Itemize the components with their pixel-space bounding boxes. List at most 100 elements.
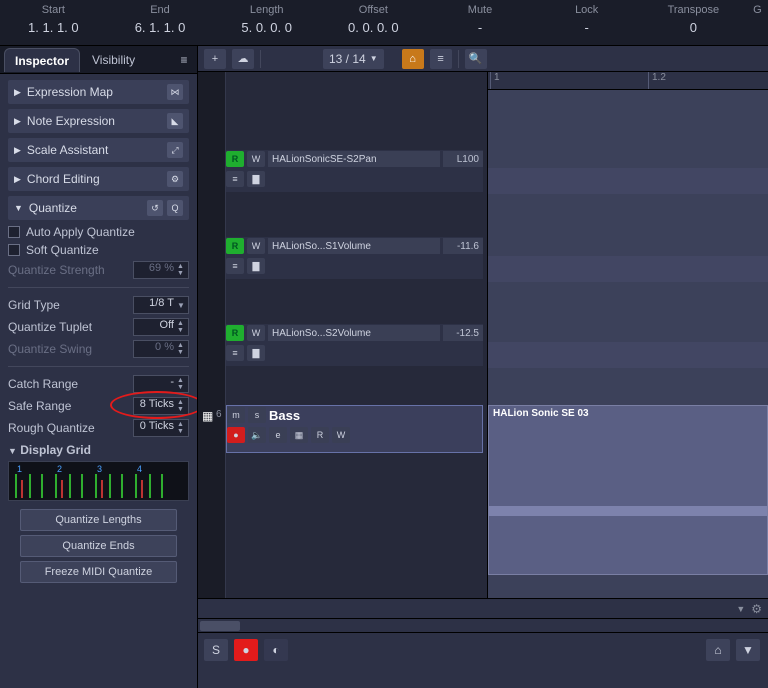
section-note-expression[interactable]: ▶Note Expression◣: [8, 109, 189, 133]
track-list: R W HALionSonicSE-S2Pan L100 ≡ ▇ R W HAL…: [198, 72, 488, 598]
grid-type-label: Grid Type: [8, 298, 60, 312]
list-icon[interactable]: ≡: [430, 49, 452, 69]
track-row-selected[interactable]: m s Bass ● 🔈 e ▦ R W: [226, 405, 483, 453]
track-row[interactable]: R W HALionSo...S1Volume -11.6 ≡ ▇: [226, 237, 483, 279]
track-presets-button[interactable]: ☁: [232, 49, 254, 69]
home-button[interactable]: ⌂: [706, 639, 730, 661]
info-start-label: Start: [0, 4, 107, 16]
quantize-lengths-button[interactable]: Quantize Lengths: [20, 509, 177, 531]
inspector-panel: Inspector Visibility ≡ ▶Expression Map⋈ …: [0, 46, 198, 688]
safe-range-label: Safe Range: [8, 399, 71, 413]
track-index: 6: [216, 409, 222, 420]
info-transpose-label: Transpose: [640, 4, 747, 16]
track-value[interactable]: -12.5: [443, 325, 483, 341]
solo-button[interactable]: s: [248, 407, 266, 423]
track-value[interactable]: L100: [443, 151, 483, 167]
dropdown-icon[interactable]: ▼: [736, 604, 745, 614]
section-quantize[interactable]: ▼Quantize↺Q: [8, 196, 189, 220]
write-automation-button[interactable]: W: [247, 151, 265, 167]
info-length-label: Length: [213, 4, 320, 16]
info-end-value[interactable]: 6. 1. 1. 0: [107, 20, 214, 35]
section-expression-map[interactable]: ▶Expression Map⋈: [8, 80, 189, 104]
arrange-zone: + ☁ 13 / 14▼ ⌂ ≡ 🔍 R W HALionSonicSE-S2P…: [198, 46, 768, 688]
section-scale-assistant[interactable]: ▶Scale Assistant⤢: [8, 138, 189, 162]
quantize-strength-label: Quantize Strength: [8, 263, 105, 277]
info-mute-value[interactable]: -: [427, 20, 534, 35]
scale-icon[interactable]: ⤢: [167, 142, 183, 158]
tab-visibility[interactable]: Visibility: [82, 48, 145, 71]
piano-icon: ▦: [202, 409, 213, 423]
track-icon[interactable]: ≡: [226, 258, 244, 274]
info-mute-label: Mute: [427, 4, 534, 16]
noteexp-icon[interactable]: ◣: [167, 113, 183, 129]
ruler-marker: 1.2: [648, 72, 666, 89]
bypass-icon[interactable]: ⋈: [167, 84, 183, 100]
track-name[interactable]: Bass: [269, 408, 300, 423]
track-icon[interactable]: ≡: [226, 345, 244, 361]
display-grid-label[interactable]: Display Grid: [20, 443, 91, 457]
info-end-label: End: [107, 4, 214, 16]
search-icon[interactable]: 🔍: [465, 49, 487, 69]
mute-button[interactable]: m: [227, 407, 245, 423]
read-automation-button[interactable]: R: [311, 427, 329, 443]
tab-inspector[interactable]: Inspector: [4, 48, 80, 72]
track-name[interactable]: HALionSo...S1Volume: [268, 238, 440, 254]
info-transpose-value[interactable]: 0: [640, 20, 747, 35]
gear-icon[interactable]: ⚙: [751, 602, 762, 616]
catch-range-label: Catch Range: [8, 377, 78, 391]
record-button[interactable]: ●: [234, 639, 258, 661]
folder-icon[interactable]: ▇: [247, 171, 265, 187]
tab-menu-icon[interactable]: ≡: [175, 51, 193, 69]
ruler-marker: 1: [490, 72, 500, 89]
soft-quantize-checkbox[interactable]: Soft Quantize: [8, 243, 189, 257]
folder-icon[interactable]: ▇: [247, 345, 265, 361]
read-automation-button[interactable]: R: [226, 325, 244, 341]
write-automation-button[interactable]: W: [332, 427, 350, 443]
monitor-button[interactable]: 🔈: [248, 427, 266, 443]
write-automation-button[interactable]: W: [247, 325, 265, 341]
rough-quantize-label: Rough Quantize: [8, 421, 95, 435]
add-track-button[interactable]: +: [204, 49, 226, 69]
midi-clip[interactable]: HALion Sonic SE 03: [488, 405, 768, 575]
bar-counter[interactable]: 13 / 14▼: [323, 49, 384, 69]
reset-icon[interactable]: ↺: [147, 200, 163, 216]
info-g-label: G: [747, 4, 768, 16]
arrange-canvas[interactable]: 1 1.2 HALion Sonic SE 03: [488, 72, 768, 598]
arrange-toolbar: + ☁ 13 / 14▼ ⌂ ≡ 🔍: [198, 46, 768, 72]
menu-button[interactable]: ▼: [736, 639, 760, 661]
info-strip: Start 1. 1. 1. 0 End 6. 1. 1. 0 Length 5. 0…: [0, 0, 768, 46]
auto-apply-quantize-checkbox[interactable]: Auto Apply Quantize: [8, 225, 189, 239]
transport-panel: S ● ◐ ⌂ ▼: [198, 632, 768, 688]
info-lock-value[interactable]: -: [533, 20, 640, 35]
track-icon[interactable]: ≡: [226, 171, 244, 187]
info-length-value[interactable]: 5. 0. 0. 0: [213, 20, 320, 35]
track-name[interactable]: HALionSo...S2Volume: [268, 325, 440, 341]
write-automation-button[interactable]: W: [247, 238, 265, 254]
track-row[interactable]: R W HALionSonicSE-S2Pan L100 ≡ ▇: [226, 150, 483, 192]
track-name[interactable]: HALionSonicSE-S2Pan: [268, 151, 440, 167]
info-lock-label: Lock: [533, 4, 640, 16]
record-enable-button[interactable]: ●: [227, 427, 245, 443]
edit-button[interactable]: e: [269, 427, 287, 443]
quantize-swing-label: Quantize Swing: [8, 342, 92, 356]
folder-icon[interactable]: ▇: [247, 258, 265, 274]
section-chord-editing[interactable]: ▶Chord Editing⚙: [8, 167, 189, 191]
retrospective-button[interactable]: ◐: [264, 639, 288, 661]
q-icon[interactable]: Q: [167, 200, 183, 216]
display-grid-visualizer: 1 2 3 4: [8, 461, 189, 501]
info-offset-label: Offset: [320, 4, 427, 16]
quantize-ends-button[interactable]: Quantize Ends: [20, 535, 177, 557]
quantize-tuplet-label: Quantize Tuplet: [8, 320, 92, 334]
read-automation-button[interactable]: R: [226, 238, 244, 254]
track-value[interactable]: -11.6: [443, 238, 483, 254]
settings-icon[interactable]: ⚙: [167, 171, 183, 187]
info-offset-value[interactable]: 0. 0. 0. 0: [320, 20, 427, 35]
track-row[interactable]: R W HALionSo...S2Volume -12.5 ≡ ▇: [226, 324, 483, 366]
horizontal-scrollbar[interactable]: [198, 618, 768, 632]
info-start-value[interactable]: 1. 1. 1. 0: [0, 20, 107, 35]
piano-button[interactable]: ▦: [290, 427, 308, 443]
home-icon[interactable]: ⌂: [402, 49, 424, 69]
sync-button[interactable]: S: [204, 639, 228, 661]
read-automation-button[interactable]: R: [226, 151, 244, 167]
freeze-midi-quantize-button[interactable]: Freeze MIDI Quantize: [20, 561, 177, 583]
